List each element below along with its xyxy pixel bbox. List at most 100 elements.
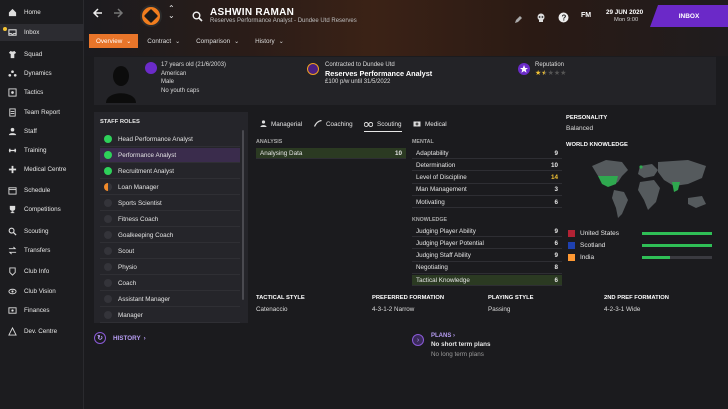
- search-icon[interactable]: [192, 9, 203, 25]
- tab-label: History: [255, 37, 275, 45]
- sidebar-item-label: Dev. Centre: [24, 328, 58, 335]
- role-suitability-dot: [104, 151, 112, 159]
- tab-managerial[interactable]: Managerial: [260, 120, 302, 129]
- sidebar-item-label: Scouting: [24, 228, 49, 235]
- attribute-value: 9: [554, 252, 558, 260]
- attribute-row[interactable]: Level of Discipline 14: [412, 173, 562, 184]
- sidebar-item-medical-centre[interactable]: Medical Centre: [0, 161, 84, 178]
- attribute-row[interactable]: Negotiating 8: [412, 263, 562, 274]
- knowledge-bar: [642, 244, 712, 247]
- back-arrow-icon[interactable]: [92, 6, 104, 22]
- staff-role-item[interactable]: Head Performance Analyst: [100, 132, 240, 147]
- attribute-label: Judging Player Potential: [416, 239, 484, 247]
- sidebar-item-label: Inbox: [24, 29, 40, 36]
- country-row: Scotland: [568, 240, 714, 251]
- sidebar-item-scouting[interactable]: Scouting: [0, 223, 84, 240]
- tab-history[interactable]: History ⌄: [248, 34, 291, 48]
- chevron-down-icon: ⌄: [278, 38, 284, 45]
- staff-role-item[interactable]: Sports Scientist: [100, 196, 240, 211]
- sidebar-item-staff[interactable]: Staff: [0, 123, 84, 140]
- tab-overview[interactable]: Overview ⌄: [89, 34, 139, 48]
- page-subtitle: Reserves Performance Analyst - Dundee Ut…: [210, 18, 357, 24]
- sidebar-item-dev-centre[interactable]: Dev. Centre: [0, 323, 84, 340]
- forward-arrow-icon[interactable]: [112, 6, 124, 22]
- role-suitability-dot: [104, 215, 112, 223]
- attribute-row[interactable]: Judging Player Ability 9: [412, 226, 562, 237]
- sidebar-item-inbox[interactable]: Inbox: [0, 24, 84, 41]
- attribute-value: 10: [394, 149, 402, 157]
- staff-role-item[interactable]: Recruitment Analyst: [100, 164, 240, 179]
- attribute-label: Adaptability: [416, 149, 449, 157]
- attribute-row[interactable]: Analysing Data 10: [256, 148, 406, 159]
- tab-comparison[interactable]: Comparison ⌄: [189, 34, 246, 48]
- tab-scouting[interactable]: Scouting: [363, 120, 402, 132]
- staff-role-item[interactable]: Loan Manager: [100, 180, 240, 195]
- attribute-row[interactable]: Adaptability 9: [412, 148, 562, 159]
- plans-icon[interactable]: ›: [412, 334, 424, 346]
- sidebar-item-schedule[interactable]: Schedule: [0, 182, 84, 199]
- caps-text: No youth caps: [161, 87, 200, 94]
- edit-icon[interactable]: [514, 11, 523, 27]
- attribute-row[interactable]: Judging Staff Ability 9: [412, 251, 562, 262]
- knowledge-bar-fill: [642, 256, 670, 259]
- tactics-icon: [8, 88, 17, 97]
- attribute-label: Level of Discipline: [416, 174, 467, 182]
- flag-icon: [568, 254, 575, 261]
- attribute-row[interactable]: Tactical Knowledge 6: [412, 275, 562, 287]
- skull-icon[interactable]: [536, 10, 546, 26]
- attribute-row[interactable]: Determination 10: [412, 160, 562, 172]
- roles-scrollbar[interactable]: [242, 130, 244, 300]
- sidebar-item-label: Dynamics: [24, 70, 52, 77]
- tactical-style-value: Catenaccio: [256, 306, 288, 313]
- staff-role-item[interactable]: Assistant Manager: [100, 292, 240, 307]
- staff-role-item[interactable]: Manager: [100, 308, 240, 323]
- sidebar-item-transfers[interactable]: Transfers: [0, 242, 84, 259]
- attribute-label: Man Management: [416, 186, 467, 194]
- history-button[interactable]: ↻ HISTORY ›: [94, 332, 146, 344]
- sidebar-item-competitions[interactable]: Competitions: [0, 201, 84, 218]
- attribute-label: Determination: [416, 161, 456, 169]
- attribute-row[interactable]: Motivating 6: [412, 197, 562, 209]
- country-row: United States: [568, 228, 714, 239]
- sidebar-item-training[interactable]: Training: [0, 142, 84, 159]
- help-icon[interactable]: ?: [558, 10, 569, 26]
- sidebar-item-club-info[interactable]: Club Info: [0, 263, 84, 280]
- finances-icon: [8, 306, 17, 315]
- tactical-style-label: TACTICAL STYLE: [256, 295, 305, 301]
- staff-role-item[interactable]: Performance Analyst: [100, 148, 240, 163]
- sidebar-item-home[interactable]: Home: [0, 4, 84, 21]
- attribute-value: 6: [554, 276, 558, 284]
- sidebar-item-squad[interactable]: Squad: [0, 46, 84, 63]
- sidebar-item-finances[interactable]: Finances: [0, 302, 84, 319]
- sidebar-item-label: Home: [24, 9, 41, 16]
- club-crest-icon[interactable]: [140, 5, 162, 27]
- staff-role-item[interactable]: Physio: [100, 260, 240, 275]
- tab-label: Scouting: [377, 121, 402, 128]
- staff-role-item[interactable]: Scout: [100, 244, 240, 259]
- sidebar-item-team-report[interactable]: Team Report: [0, 104, 84, 121]
- club-switch-chevron-icon[interactable]: ⌃ ⌄: [168, 5, 175, 20]
- staff-role-item[interactable]: Goalkeeping Coach: [100, 228, 240, 243]
- sidebar-item-tactics[interactable]: Tactics: [0, 84, 84, 101]
- staff-role-item[interactable]: Coach: [100, 276, 240, 291]
- inbox-continue-button[interactable]: INBOX: [650, 5, 728, 27]
- tab-label: Contract: [147, 37, 172, 45]
- fm-menu-button[interactable]: FM: [581, 12, 591, 19]
- sidebar-item-dynamics[interactable]: Dynamics: [0, 65, 84, 82]
- plans-button[interactable]: PLANS ›: [431, 333, 490, 339]
- role-suitability-dot: [104, 199, 112, 207]
- knowledge-bar-fill: [642, 232, 712, 235]
- sidebar-item-label: Competitions: [24, 206, 61, 213]
- tab-coaching[interactable]: Coaching: [313, 119, 353, 129]
- calendar-icon: [8, 186, 17, 195]
- personality-value: Balanced: [566, 125, 594, 132]
- sidebar-item-club-vision[interactable]: Club Vision: [0, 283, 84, 300]
- sidebar-item-label: Squad: [24, 51, 43, 58]
- tab-label: Comparison: [196, 37, 231, 45]
- attribute-row[interactable]: Man Management 3: [412, 185, 562, 196]
- tab-medical[interactable]: Medical: [413, 120, 447, 129]
- tab-contract[interactable]: Contract ⌄: [140, 34, 187, 48]
- attribute-value: 9: [554, 149, 558, 157]
- staff-role-item[interactable]: Fitness Coach: [100, 212, 240, 227]
- attribute-row[interactable]: Judging Player Potential 6: [412, 238, 562, 250]
